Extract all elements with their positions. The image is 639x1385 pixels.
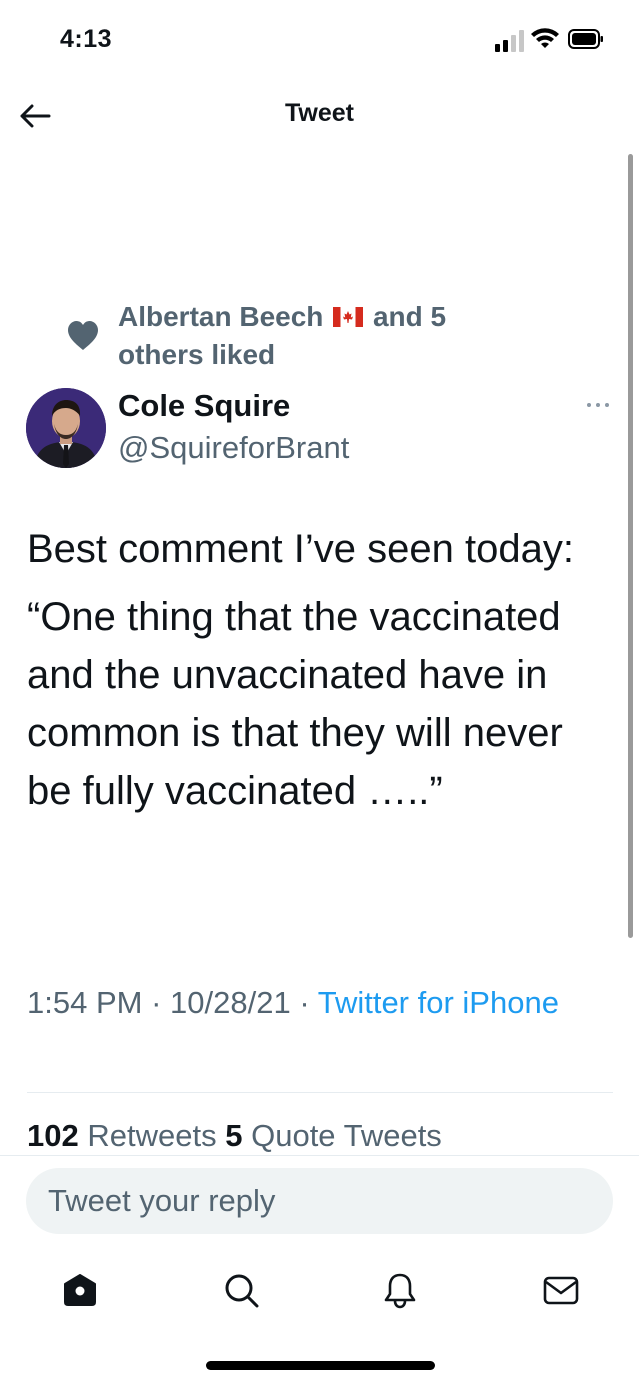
mail-icon[interactable]: [541, 1270, 581, 1310]
status-time: 4:13: [60, 25, 113, 53]
bell-icon[interactable]: [380, 1270, 420, 1310]
avatar-photo: [26, 388, 106, 468]
cellular-signal-icon: [495, 30, 524, 52]
retweets-label: Retweets: [87, 1118, 217, 1153]
author-handle[interactable]: @SquireforBrant: [118, 430, 349, 466]
liked-by-context[interactable]: Albertan Beech and 5 others liked: [118, 298, 518, 374]
avatar[interactable]: [26, 388, 106, 468]
tweet-time: 1:54 PM: [27, 985, 143, 1020]
scrollbar[interactable]: [628, 154, 633, 938]
tweet-date: 10/28/21: [170, 985, 291, 1020]
retweets-count: 102: [27, 1118, 79, 1153]
tweet-stats: 102 Retweets 5 Quote Tweets: [27, 1118, 442, 1154]
meta-separator: ·: [299, 985, 310, 1020]
quote-tweets-count: 5: [225, 1118, 243, 1153]
home-icon[interactable]: [60, 1270, 100, 1310]
tweet-paragraph: “One thing that the vaccinated and the u…: [27, 595, 563, 813]
quote-tweets-stat[interactable]: 5 Quote Tweets: [225, 1118, 442, 1153]
tweet-source-link[interactable]: Twitter for iPhone: [318, 985, 559, 1020]
liked-by-name: Albertan Beech: [118, 301, 324, 332]
retweets-stat[interactable]: 102 Retweets: [27, 1118, 217, 1153]
divider: [27, 1092, 613, 1093]
tweet-timestamp: 1:54 PM · 10/28/21 · Twitter for iPhone: [27, 980, 587, 1025]
tweet-text: Best comment I’ve seen today: “One thing…: [27, 520, 617, 830]
meta-separator: ·: [151, 985, 162, 1020]
wifi-icon: [531, 28, 559, 48]
author-name[interactable]: Cole Squire: [118, 388, 290, 424]
quote-tweets-label: Quote Tweets: [251, 1118, 442, 1153]
tweet-paragraph: Best comment I’ve seen today:: [27, 527, 574, 571]
heart-icon: [68, 321, 98, 350]
more-options-icon[interactable]: [584, 398, 612, 412]
canada-flag-icon: [333, 307, 364, 327]
page-title: Tweet: [285, 99, 354, 127]
home-indicator: [206, 1361, 435, 1370]
battery-icon: [568, 29, 603, 49]
divider: [0, 1155, 639, 1156]
reply-input[interactable]: [26, 1168, 613, 1234]
search-icon[interactable]: [221, 1270, 261, 1310]
